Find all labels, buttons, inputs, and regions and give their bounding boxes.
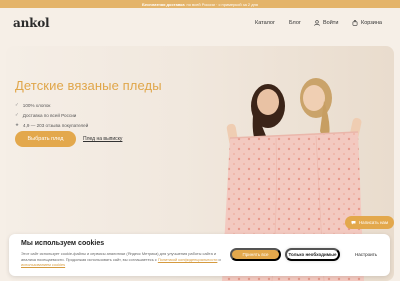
cookie-title: Мы используем cookies bbox=[21, 240, 105, 247]
cookie-banner: Мы используем cookies Этот сайт использу… bbox=[9, 234, 390, 276]
nav-login-label: Войти bbox=[323, 20, 339, 26]
check-icon: ✓ bbox=[15, 102, 19, 107]
cookie-text: Этот сайт использует cookie-файлы и серв… bbox=[21, 251, 226, 268]
promo-bar: Бесплатная доставка по всей России · с п… bbox=[0, 0, 400, 8]
nav-cart-label: Корзина bbox=[361, 20, 382, 26]
logo[interactable]: ankol bbox=[13, 16, 50, 30]
user-icon bbox=[314, 20, 320, 26]
nav-login[interactable]: Войти bbox=[314, 20, 338, 26]
choose-blanket-button[interactable]: Выбрать плед bbox=[15, 131, 76, 147]
feature-text: 100% хлопок bbox=[22, 102, 51, 108]
promo-text: по всей России · с примеркой за 2 дня bbox=[186, 1, 258, 7]
chat-button-label: Написать нам bbox=[358, 220, 389, 225]
feature-item: ✓ 100% хлопок bbox=[15, 100, 88, 110]
accept-all-button[interactable]: Принять все bbox=[230, 248, 281, 261]
privacy-policy-link[interactable]: Политикой конфиденциальности bbox=[158, 257, 218, 262]
star-icon: ★ bbox=[15, 122, 20, 127]
installment-link[interactable]: Плед на выписку bbox=[83, 136, 122, 142]
chat-icon bbox=[351, 221, 356, 225]
feature-item: ✓ Доставка по всей России bbox=[15, 110, 88, 120]
configure-button[interactable]: Настроить bbox=[348, 248, 384, 261]
feature-text: 4,9 — 203 отзыва покупателей bbox=[23, 122, 89, 128]
promo-strong: Бесплатная доставка bbox=[142, 1, 185, 7]
feature-item: ★ 4,9 — 203 отзыва покупателей bbox=[15, 120, 88, 130]
feature-text: Доставка по всей России bbox=[22, 112, 77, 118]
cookie-and: и bbox=[218, 256, 221, 262]
check-icon: ✓ bbox=[15, 112, 19, 117]
site-header: ankol Каталог Блог Войти Корзина bbox=[0, 8, 400, 38]
nav-cart[interactable]: Корзина bbox=[352, 20, 382, 26]
feature-list: ✓ 100% хлопок ✓ Доставка по всей России ★ 4… bbox=[15, 100, 88, 130]
cookies-usage-link[interactable]: использованием cookies bbox=[21, 262, 65, 267]
cart-icon bbox=[352, 20, 358, 26]
nav-blog[interactable]: Блог bbox=[289, 20, 301, 26]
necessary-only-button[interactable]: Только необходимые bbox=[285, 248, 340, 261]
nav-catalog[interactable]: Каталог bbox=[255, 20, 275, 26]
chat-button[interactable]: Написать нам bbox=[345, 216, 394, 229]
page-title: Детские вязаные пледы bbox=[15, 78, 162, 93]
